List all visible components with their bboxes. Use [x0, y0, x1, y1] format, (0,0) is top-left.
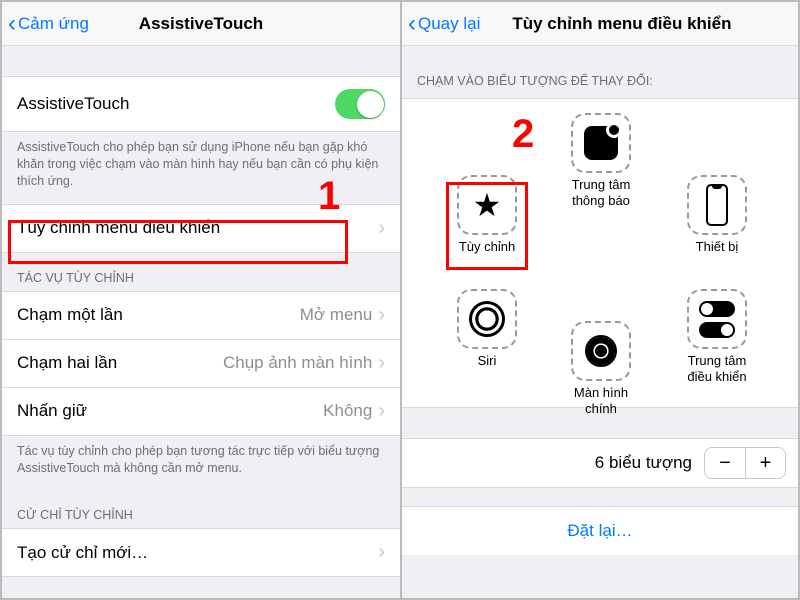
icon-count-stepper: − + — [704, 447, 786, 479]
reset-button[interactable]: Đặt lại… — [402, 506, 798, 555]
chevron-right-icon: › — [378, 400, 385, 423]
double-tap-value: Chụp ảnh màn hình — [223, 353, 372, 373]
control-center-icon — [699, 301, 735, 338]
toggle-description: AssistiveTouch cho phép bạn sử dụng iPho… — [2, 132, 400, 204]
grid-label: Thiết bị — [674, 239, 760, 255]
grid-label: Màn hình chính — [558, 385, 644, 416]
assistivetouch-settings-pane: ‹ Cảm ứng AssistiveTouch AssistiveTouch … — [2, 2, 400, 598]
icon-count-row: 6 biểu tượng − + — [402, 438, 798, 488]
double-tap-label: Chạm hai lần — [17, 353, 117, 373]
page-title: AssistiveTouch — [139, 14, 263, 34]
grid-item-control-center[interactable]: Trung tâmđiều khiển — [674, 289, 760, 384]
grid-label: Trung tâmđiều khiển — [674, 353, 760, 384]
new-gesture-row[interactable]: Tạo cử chỉ mới… › — [2, 528, 400, 577]
actions-footnote: Tác vụ tùy chỉnh cho phép bạn tương tác … — [2, 436, 400, 491]
chevron-right-icon: › — [378, 304, 385, 327]
stepper-plus-button[interactable]: + — [745, 448, 785, 478]
home-icon — [585, 335, 617, 367]
back-label: Cảm ứng — [18, 14, 89, 34]
section-header-gesture: CỬ CHỈ TÙY CHỈNH — [2, 490, 400, 528]
assistivetouch-toggle-row[interactable]: AssistiveTouch — [2, 76, 400, 132]
back-button[interactable]: ‹ Quay lại — [408, 12, 480, 36]
navbar-right: ‹ Quay lại Tùy chỉnh menu điều khiển — [402, 2, 798, 46]
long-press-label: Nhấn giữ — [17, 401, 87, 421]
grid-item-notification-center[interactable]: Trung tâmthông báo — [558, 113, 644, 208]
customize-menu-row[interactable]: Tùy chỉnh menu điều khiển › — [2, 204, 400, 253]
single-tap-row[interactable]: Chạm một lần Mở menu › — [2, 291, 400, 340]
single-tap-label: Chạm một lần — [17, 305, 123, 325]
grid-item-home[interactable]: Màn hình chính — [558, 321, 644, 416]
long-press-row[interactable]: Nhấn giữ Không › — [2, 388, 400, 436]
chevron-left-icon: ‹ — [408, 12, 416, 36]
grid-label: Siri — [444, 353, 530, 369]
chevron-right-icon: › — [378, 217, 385, 240]
double-tap-row[interactable]: Chạm hai lần Chụp ảnh màn hình › — [2, 340, 400, 388]
icon-grid: Trung tâmthông báo ★ Tùy chỉnh Thiết bị … — [402, 98, 798, 408]
chevron-right-icon: › — [378, 541, 385, 564]
siri-icon — [469, 301, 505, 337]
grid-item-custom[interactable]: ★ Tùy chỉnh — [444, 175, 530, 255]
grid-item-device[interactable]: Thiết bị — [674, 175, 760, 255]
notification-center-icon — [584, 126, 618, 160]
back-button[interactable]: ‹ Cảm ứng — [8, 12, 89, 36]
stepper-minus-button[interactable]: − — [705, 448, 745, 478]
grid-label: Tùy chỉnh — [444, 239, 530, 255]
grid-label: Trung tâmthông báo — [558, 177, 644, 208]
grid-item-siri[interactable]: Siri — [444, 289, 530, 369]
device-icon — [706, 184, 728, 226]
chevron-right-icon: › — [378, 352, 385, 375]
toggle-label: AssistiveTouch — [17, 94, 129, 114]
chevron-left-icon: ‹ — [8, 12, 16, 36]
icon-count-label: 6 biểu tượng — [595, 453, 692, 473]
long-press-value: Không — [323, 401, 372, 421]
new-gesture-label: Tạo cử chỉ mới… — [17, 543, 148, 563]
single-tap-value: Mở menu — [300, 305, 373, 325]
customize-menu-pane: ‹ Quay lại Tùy chỉnh menu điều khiển CHẠ… — [400, 2, 798, 598]
reset-label: Đặt lại… — [567, 521, 632, 540]
toggle-switch[interactable] — [335, 89, 385, 119]
back-label: Quay lại — [418, 14, 480, 34]
navbar-left: ‹ Cảm ứng AssistiveTouch — [2, 2, 400, 46]
page-title: Tùy chỉnh menu điều khiển — [512, 14, 731, 34]
star-icon: ★ — [473, 189, 502, 221]
tap-hint: CHẠM VÀO BIỂU TƯỢNG ĐỂ THAY ĐỔI: — [402, 46, 798, 94]
section-header-actions: TÁC VỤ TÙY CHỈNH — [2, 253, 400, 291]
customize-label: Tùy chỉnh menu điều khiển — [17, 218, 220, 238]
